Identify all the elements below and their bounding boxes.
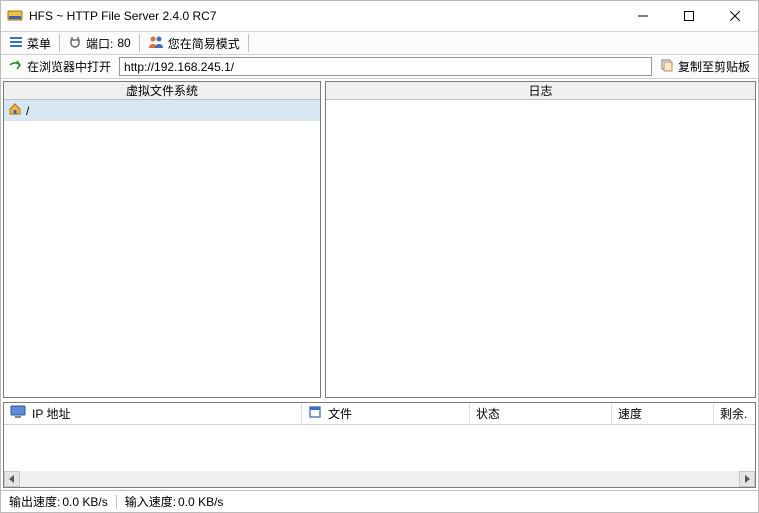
column-remain[interactable]: 剩余. [714, 403, 755, 424]
out-value: 0.0 KB/s [62, 495, 107, 509]
toolbar: 菜单 端口: 80 您在简易模式 [1, 31, 758, 55]
mode-label: 您在简易模式 [168, 35, 240, 52]
titlebar: HFS ~ HTTP File Server 2.4.0 RC7 [1, 1, 758, 31]
status-out-speed: 输出速度: 0.0 KB/s [5, 493, 112, 510]
status-in-speed: 输入速度: 0.0 KB/s [121, 493, 228, 510]
copy-to-clipboard-button[interactable]: 复制至剪贴板 [654, 57, 756, 77]
in-label: 输入速度: [125, 493, 176, 510]
minimize-button[interactable] [620, 1, 666, 31]
out-label: 输出速度: [9, 493, 60, 510]
grid-header-row: IP 地址 文件 状态 速度 剩余. [4, 403, 755, 425]
port-label: 端口: [86, 35, 113, 52]
log-body[interactable] [326, 100, 755, 397]
column-ip-label: IP 地址 [32, 405, 70, 422]
scroll-left-arrow[interactable] [4, 471, 20, 487]
separator [248, 34, 249, 52]
address-bar: 在浏览器中打开 复制至剪贴板 [1, 55, 758, 79]
file-icon [308, 405, 322, 422]
column-remain-label: 剩余. [720, 405, 747, 422]
home-icon [8, 102, 22, 119]
separator [59, 34, 60, 52]
in-value: 0.0 KB/s [178, 495, 223, 509]
app-icon [7, 8, 23, 24]
port-button[interactable]: 端口: 80 [62, 33, 137, 53]
vfs-tree[interactable]: / [4, 100, 320, 397]
grid-body[interactable] [4, 425, 755, 471]
column-ip[interactable]: IP 地址 [4, 403, 302, 424]
menu-label: 菜单 [27, 35, 51, 52]
open-label: 在浏览器中打开 [27, 58, 111, 75]
tree-root-item[interactable]: / [4, 100, 320, 121]
vfs-panel: 虚拟文件系统 / [3, 81, 321, 398]
monitor-icon [10, 405, 26, 422]
mode-button[interactable]: 您在简易模式 [142, 33, 246, 53]
connections-grid: IP 地址 文件 状态 速度 剩余. [3, 402, 756, 488]
copy-icon [660, 58, 674, 75]
column-speed-label: 速度 [618, 405, 642, 422]
column-speed[interactable]: 速度 [612, 403, 714, 424]
open-icon [9, 58, 23, 75]
log-panel: 日志 [325, 81, 756, 398]
main-area: 虚拟文件系统 / 日志 [1, 79, 758, 400]
open-in-browser-button[interactable]: 在浏览器中打开 [3, 57, 117, 77]
close-button[interactable] [712, 1, 758, 31]
users-icon [148, 35, 164, 52]
plug-icon [68, 35, 82, 52]
menu-button[interactable]: 菜单 [3, 33, 57, 53]
log-header: 日志 [326, 82, 755, 100]
scroll-right-arrow[interactable] [739, 471, 755, 487]
menu-icon [9, 35, 23, 52]
column-file-label: 文件 [328, 405, 352, 422]
port-value: 80 [117, 36, 130, 50]
scroll-track[interactable] [20, 471, 739, 487]
vfs-header: 虚拟文件系统 [4, 82, 320, 100]
separator [116, 495, 117, 509]
column-file[interactable]: 文件 [302, 403, 470, 424]
maximize-button[interactable] [666, 1, 712, 31]
separator [139, 34, 140, 52]
window-title: HFS ~ HTTP File Server 2.4.0 RC7 [29, 9, 620, 23]
status-bar: 输出速度: 0.0 KB/s 输入速度: 0.0 KB/s [1, 490, 758, 512]
url-input[interactable] [119, 57, 652, 76]
tree-root-label: / [26, 104, 29, 118]
copy-label: 复制至剪贴板 [678, 58, 750, 75]
column-status[interactable]: 状态 [470, 403, 612, 424]
horizontal-scrollbar[interactable] [4, 471, 755, 487]
column-status-label: 状态 [476, 405, 500, 422]
